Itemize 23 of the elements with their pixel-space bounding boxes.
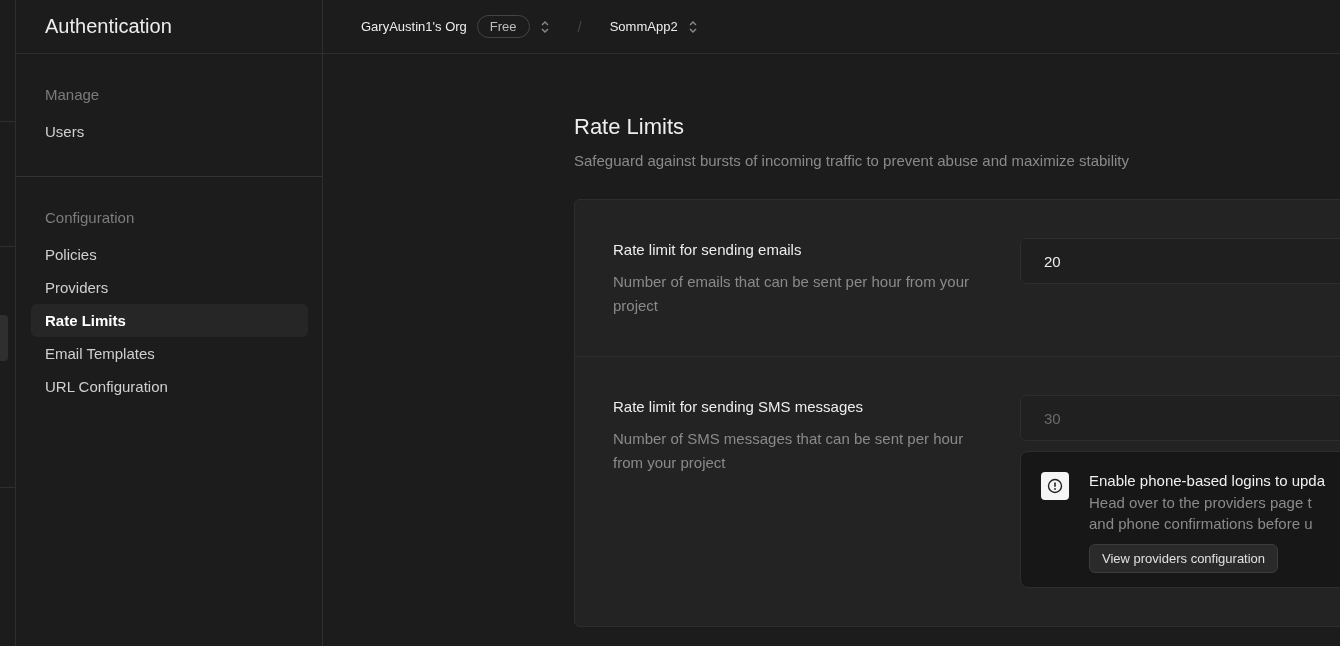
page-subtitle: Safeguard against bursts of incoming traffic to prevent abuse and maximize stability — [574, 152, 1130, 169]
section-heading: Configuration — [44, 209, 136, 226]
setting-label: Rate limit for sending emails — [613, 241, 803, 258]
sidebar-item[interactable]: Rate Limits — [31, 304, 308, 337]
input-field[interactable]: 20 — [1020, 238, 1340, 284]
sidebar-item[interactable]: URL Configuration — [31, 370, 308, 403]
notice-text: and phone confirmations before u — [1089, 514, 1313, 534]
section-heading: Manage — [44, 86, 101, 103]
organization-name[interactable]: GaryAustin1's Org — [361, 19, 467, 34]
page-title: Rate Limits — [574, 114, 686, 140]
notice-text: Head over to the providers page t — [1089, 493, 1312, 513]
sidebar-item[interactable]: Users — [31, 115, 308, 148]
sidebar-item[interactable]: Providers — [31, 271, 308, 304]
notice-title: Enable phone-based logins to upda — [1089, 472, 1326, 489]
project-name[interactable]: SommApp2 — [609, 19, 678, 34]
sidebar-item[interactable]: Email Templates — [31, 337, 308, 370]
sidebar-title: Authentication — [45, 15, 172, 38]
setting-description: Number of emails that can be sent per hour from your project — [613, 272, 970, 316]
breadcrumb-separator: / — [577, 18, 582, 35]
alert-icon — [1041, 472, 1069, 500]
sidebar-item[interactable]: Policies — [31, 238, 308, 271]
setting-label: Rate limit for sending SMS messages — [613, 398, 865, 415]
setting-description: Number of SMS messages that can be sent per hour from your project — [613, 429, 965, 473]
